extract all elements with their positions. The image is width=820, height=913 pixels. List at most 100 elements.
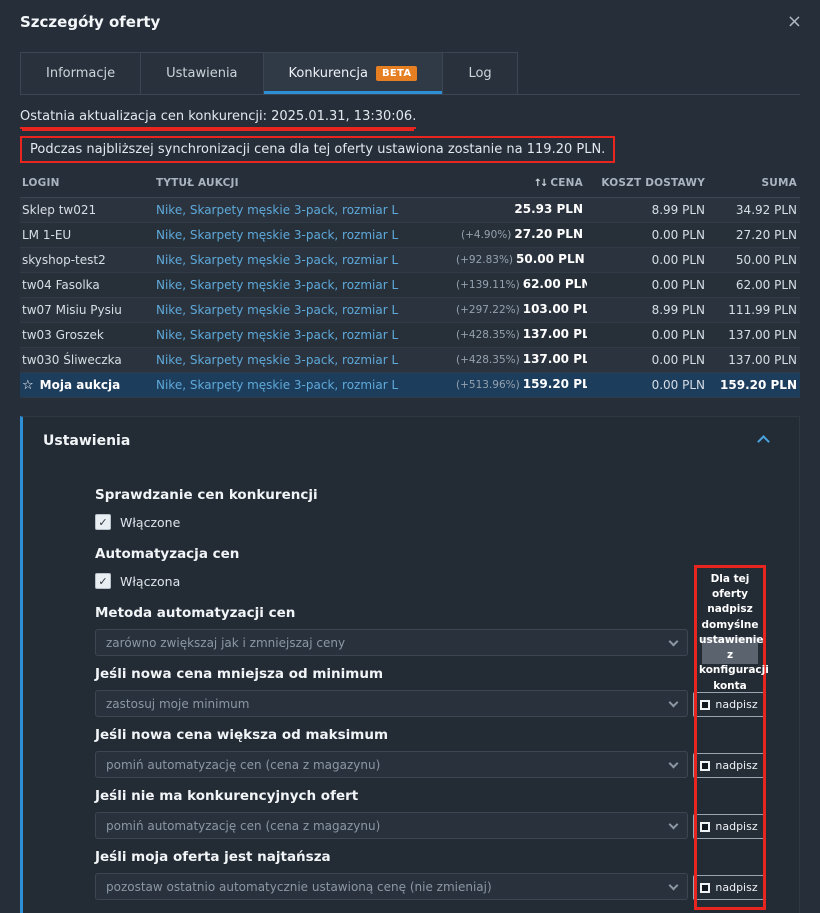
col-title[interactable]: TYTUŁ AUKCJI <box>152 171 452 198</box>
field-label: Jeśli nowa cena mniejsza od minimum <box>95 666 688 682</box>
toggle-checkbox-row[interactable]: ✓ Włączona <box>95 573 799 589</box>
last-update-text: Ostatnia aktualizacja cen konkurencji: 2… <box>20 109 416 129</box>
override-checkbox[interactable]: nadpisz <box>693 692 764 717</box>
field-row: Jeśli moja oferta jest najtańsza pozostaw… <box>95 849 799 900</box>
toggle-group-label: Automatyzacja cen <box>95 546 799 562</box>
tab-ustawienia[interactable]: Ustawienia <box>141 52 263 94</box>
price-value: 27.20 PLN <box>514 227 583 241</box>
seller-login: Sklep tw021 <box>20 198 152 223</box>
chevron-up-icon <box>757 435 770 448</box>
chevron-down-icon <box>669 759 679 769</box>
seller-login: tw03 Groszek <box>20 323 152 348</box>
tab-label: Log <box>468 66 491 81</box>
chevron-down-icon <box>669 637 679 647</box>
override-checkbox[interactable]: nadpisz <box>693 875 764 900</box>
checkbox-unchecked-icon[interactable] <box>700 761 710 771</box>
seller-login: tw04 Fasolka <box>20 273 152 298</box>
tab-label: Konkurencja <box>289 66 368 81</box>
chevron-down-icon <box>669 698 679 708</box>
override-checkbox[interactable]: nadpisz <box>693 814 764 839</box>
override-label: nadpisz <box>715 820 757 833</box>
checkbox-checked-icon[interactable]: ✓ <box>95 514 111 530</box>
auction-title-link[interactable]: Nike, Skarpety męskie 3-pack, rozmiar L <box>156 278 398 292</box>
sum-value: 27.20 PLN <box>709 223 800 248</box>
auction-title-link[interactable]: Nike, Skarpety męskie 3-pack, rozmiar L <box>156 328 398 342</box>
auction-title-link[interactable]: Nike, Skarpety męskie 3-pack, rozmiar L <box>156 228 398 242</box>
price-percent: (+92.83%) <box>456 254 513 266</box>
toggle-checkbox-row[interactable]: ✓ Włączone <box>95 514 799 530</box>
table-row-my-auction: ☆Moja aukcjaNike, Skarpety męskie 3-pack… <box>20 373 800 398</box>
field-row: Jeśli nowa cena mniejsza od minimum zasto… <box>95 666 799 717</box>
checkbox-checked-icon[interactable]: ✓ <box>95 573 111 589</box>
toggle-group: Sprawdzanie cen konkurencji✓Włączone <box>95 487 799 530</box>
toggle-group: Automatyzacja cen ✓ Włączona <box>95 546 799 589</box>
col-price[interactable]: ↑↓CENA <box>452 171 587 198</box>
field-label: Jeśli nowa cena większa od maksimum <box>95 727 688 743</box>
override-cell <box>694 629 764 656</box>
field-label: Jeśli moja oferta jest najtańsza <box>95 849 688 865</box>
checkbox-unchecked-icon[interactable] <box>700 700 710 710</box>
delivery-cost: 0.00 PLN <box>587 348 709 373</box>
col-login[interactable]: LOGIN <box>20 171 152 198</box>
settings-content: Sprawdzanie cen konkurencji✓WłączoneAuto… <box>23 449 799 900</box>
sum-value: 137.00 PLN <box>709 348 800 373</box>
collapse-button[interactable] <box>756 434 771 449</box>
select-value: pomiń automatyzację cen (cena z magazynu… <box>106 758 380 772</box>
table-row: tw03 Groszek Nike, Skarpety męskie 3-pack… <box>20 323 800 348</box>
select-value: pomiń automatyzację cen (cena z magazynu… <box>106 819 380 833</box>
table-row: skyshop-test2Nike, Skarpety męskie 3-pac… <box>20 248 800 273</box>
seller-login: tw07 Misiu Pysiu <box>20 298 152 323</box>
override-label: nadpisz <box>715 698 757 711</box>
col-delivery[interactable]: KOSZT DOSTAWY <box>587 171 709 198</box>
beta-badge: BETA <box>376 66 417 81</box>
delivery-cost: 0.00 PLN <box>587 323 709 348</box>
auction-title-link[interactable]: Nike, Skarpety męskie 3-pack, rozmiar L <box>156 378 398 392</box>
field-select[interactable]: pozostaw ostatnio automatycznie ustawion… <box>95 873 688 900</box>
override-cell: nadpisz <box>694 690 764 717</box>
override-cell: nadpisz <box>694 873 764 900</box>
override-label: nadpisz <box>715 759 757 772</box>
price-percent: (+513.96%) <box>456 379 520 391</box>
delivery-cost: 0.00 PLN <box>587 273 709 298</box>
field-select[interactable]: zarówno zwiększaj jak i zmniejszaj ceny <box>95 629 688 656</box>
col-sum[interactable]: SUMA <box>709 171 800 198</box>
tab-label: Informacje <box>46 66 115 81</box>
field-select[interactable]: zastosuj moje minimum <box>95 690 688 717</box>
field-label: Metoda automatyzacji cen <box>95 605 688 621</box>
tab-informacje[interactable]: Informacje <box>20 52 141 94</box>
field-select[interactable]: pomiń automatyzację cen (cena z magazynu… <box>95 751 688 778</box>
auction-title-link[interactable]: Nike, Skarpety męskie 3-pack, rozmiar L <box>156 353 398 367</box>
sum-value: 111.99 PLN <box>709 298 800 323</box>
auction-title-link[interactable]: Nike, Skarpety męskie 3-pack, rozmiar L <box>156 303 398 317</box>
table-row: tw030 Śliweczka Nike, Skarpety męskie 3-p… <box>20 348 800 373</box>
override-cell: nadpisz <box>694 812 764 839</box>
table-row: tw07 Misiu Pysiu Nike, Skarpety męskie 3-… <box>20 298 800 323</box>
tab-bar: Informacje Ustawienia Konkurencja BETA Log <box>20 52 800 95</box>
toggle-checkbox-label: Włączona <box>120 574 180 589</box>
tab-konkurencja[interactable]: Konkurencja BETA <box>264 52 444 94</box>
sort-icon[interactable]: ↑↓ <box>534 178 547 189</box>
close-icon[interactable]: × <box>787 13 802 31</box>
checkbox-unchecked-icon[interactable] <box>700 822 710 832</box>
toggle-checkbox-label: Włączone <box>120 515 180 530</box>
sum-value: 159.20 PLN <box>709 373 800 398</box>
price-value: 137.00 PLN <box>523 327 587 341</box>
price-value: 159.20 PLN <box>523 377 587 391</box>
price-value: 62.00 PLN <box>523 277 587 291</box>
star-icon: ☆ <box>22 378 34 393</box>
tab-log[interactable]: Log <box>443 52 517 94</box>
seller-login: tw030 Śliweczka <box>20 348 152 373</box>
select-value: pozostaw ostatnio automatycznie ustawion… <box>106 880 492 894</box>
override-checkbox[interactable]: nadpisz <box>693 753 764 778</box>
settings-title: Ustawienia <box>43 433 130 449</box>
chevron-down-icon <box>669 881 679 891</box>
competition-table-body: Sklep tw021 Nike, Skarpety męskie 3-pack,… <box>20 198 800 398</box>
select-value: zastosuj moje minimum <box>106 697 249 711</box>
field-select[interactable]: pomiń automatyzację cen (cena z magazynu… <box>95 812 688 839</box>
override-label: nadpisz <box>715 881 757 894</box>
notices: Ostatnia aktualizacja cen konkurencji: 2… <box>20 109 800 163</box>
checkbox-unchecked-icon[interactable] <box>700 883 710 893</box>
auction-title-link[interactable]: Nike, Skarpety męskie 3-pack, rozmiar L <box>156 203 398 217</box>
auction-title-link[interactable]: Nike, Skarpety męskie 3-pack, rozmiar L <box>156 253 398 267</box>
offer-details-modal: Szczegóły oferty × InformacjeUstawieniaK… <box>0 0 820 913</box>
